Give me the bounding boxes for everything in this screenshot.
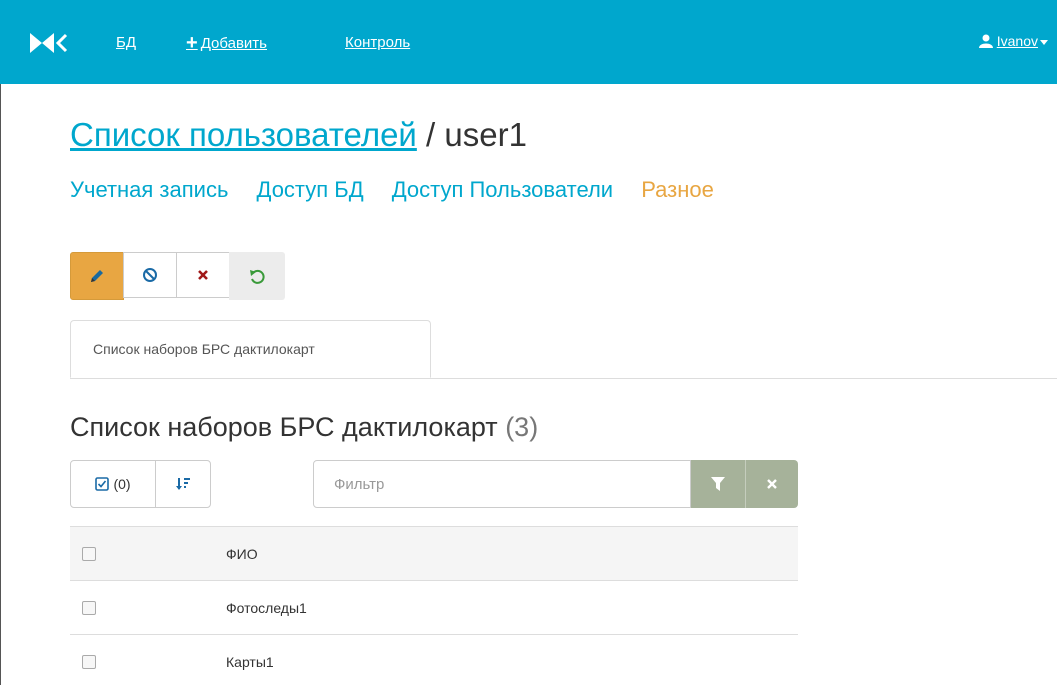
table-cell: Карты1 — [226, 653, 274, 670]
xk-logo-icon[interactable] — [30, 31, 70, 55]
subnav-account[interactable]: Учетная запись — [70, 177, 228, 202]
restore-icon — [250, 269, 265, 284]
filter-input[interactable] — [313, 460, 691, 508]
subnav-db-access[interactable]: Доступ БД — [257, 177, 364, 202]
window-border — [0, 0, 1, 685]
close-icon — [767, 479, 777, 489]
header-checkbox[interactable] — [82, 546, 96, 561]
toolbar — [70, 252, 285, 300]
nav-link-add-label: Добавить — [200, 35, 267, 52]
tab-brs-sets[interactable]: Список наборов БРС дактилокарт — [70, 320, 431, 378]
pencil-icon — [91, 270, 103, 282]
section-title-text: Список наборов БРС дактилокарт — [70, 412, 498, 442]
restore-button[interactable] — [229, 252, 285, 300]
selected-count: (0) — [113, 476, 131, 492]
column-header-fio: ФИО — [226, 546, 258, 562]
sort-icon — [176, 478, 190, 490]
edit-button[interactable] — [70, 252, 124, 300]
user-icon — [978, 34, 993, 48]
title-current: user1 — [444, 116, 527, 153]
sub-navigation: Учетная запись Доступ БД Доступ Пользова… — [70, 177, 736, 203]
apply-filter-button[interactable] — [691, 460, 745, 508]
chevron-down-icon — [1040, 39, 1048, 45]
block-button[interactable] — [123, 252, 177, 298]
table-header-row: ФИО — [70, 526, 798, 580]
close-icon — [198, 270, 208, 280]
row-checkbox[interactable] — [82, 654, 96, 669]
subnav-misc[interactable]: Разное — [641, 177, 714, 202]
clear-filter-button[interactable] — [745, 460, 798, 508]
table-row[interactable]: Фотоследы1 — [70, 580, 798, 634]
filter-icon — [711, 477, 725, 491]
top-navbar: БД + Добавить Контроль Ivanov — [0, 0, 1057, 84]
section-title: Список наборов БРС дактилокарт (3) — [70, 412, 538, 443]
table-row[interactable]: Карты1 — [70, 634, 798, 688]
nav-link-db[interactable]: БД — [116, 34, 136, 51]
ban-icon — [143, 268, 157, 282]
sort-button[interactable] — [155, 460, 211, 508]
subnav-users-access[interactable]: Доступ Пользователи — [392, 177, 613, 202]
page-title: Список пользователей / user1 — [70, 116, 527, 154]
section-count: (3) — [505, 412, 539, 442]
data-table: ФИО Фотоследы1 Карты1 — [70, 526, 798, 688]
tab-bar: Список наборов БРС дактилокарт — [70, 320, 1057, 379]
delete-button[interactable] — [176, 252, 230, 298]
users-list-link[interactable]: Список пользователей — [70, 116, 417, 153]
select-all-button[interactable]: (0) — [70, 460, 156, 508]
user-menu[interactable]: Ivanov — [978, 33, 1048, 49]
row-checkbox[interactable] — [82, 600, 96, 615]
check-square-icon — [95, 477, 110, 491]
plus-icon: + — [186, 32, 198, 54]
nav-link-add[interactable]: + Добавить — [186, 31, 267, 54]
user-name: Ivanov — [996, 33, 1038, 49]
table-cell: Фотоследы1 — [226, 599, 307, 616]
nav-link-control[interactable]: Контроль — [345, 34, 410, 51]
title-separator: / — [416, 116, 445, 153]
